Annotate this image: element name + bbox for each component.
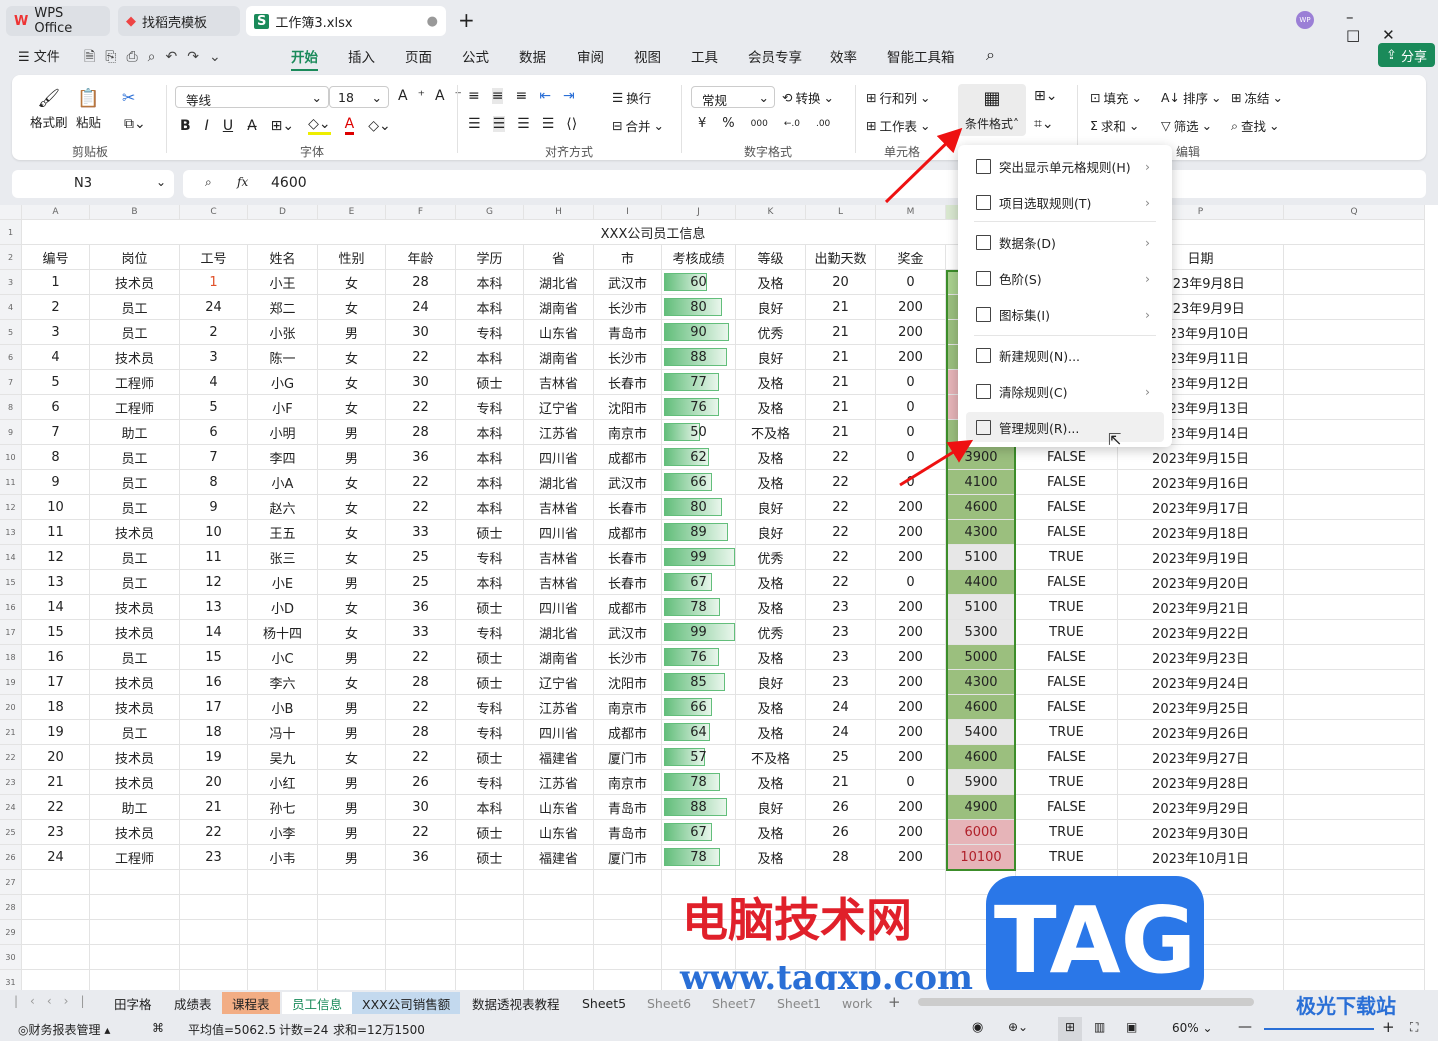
zoom-value: 60% [1172,1021,1199,1035]
status-average: 平均值=5062.5 [188,1023,277,1037]
horizontal-scrollbar[interactable] [918,998,1254,1006]
sheet-tab[interactable]: Sheet6 [637,992,701,1014]
sheet-tab[interactable]: 成绩表 [164,992,222,1014]
watermark-text: 电脑技术网 [682,893,912,947]
status-sum: 求和=12万1500 [333,1023,425,1037]
zoom-select[interactable]: 60% ⌄ [1172,1021,1213,1035]
normal-view-button[interactable]: ⊞ [1058,1017,1082,1041]
eye-protection-icon[interactable]: ◉ [972,1020,983,1035]
sheet-tab[interactable]: 田字格 [104,992,162,1014]
macro-icon[interactable]: ⌘ [152,1021,164,1035]
status-count: 计数=24 [279,1023,329,1037]
app-label: 财务报表管理 [28,1023,101,1037]
zoom-slider[interactable] [1264,1028,1374,1030]
add-sheet-button[interactable]: + [888,993,901,1011]
status-bar: ◎财务报表管理 ▴ ⌘ 平均值=5062.5 计数=24 求和=12万1500 … [0,1017,1438,1041]
sheet-tab[interactable]: Sheet1 [767,992,831,1014]
fullscreen-icon[interactable]: ⛶ [1410,1020,1418,1035]
sheet-tab[interactable]: 课程表 [222,992,280,1014]
sheet-tab[interactable]: XXX公司销售额 [352,992,461,1014]
zoom-in-button[interactable]: + [1382,1018,1395,1036]
sheet-tab[interactable]: work [832,992,882,1014]
sheet-tab[interactable]: Sheet7 [702,992,766,1014]
page-break-view-button[interactable]: ▣ [1126,1020,1137,1034]
page-layout-view-button[interactable]: ▥ [1094,1020,1105,1034]
mouse-cursor-icon: ⇱ [1108,430,1122,449]
watermark-site: 极光下载站 [1296,994,1396,1018]
app-menu[interactable]: ◎财务报表管理 ▴ [18,1021,110,1038]
sheet-nav-buttons[interactable]: |‹‹›| [14,994,96,1008]
sheet-tab[interactable]: Sheet5 [572,992,636,1014]
watermark-tag-logo: TAG [986,876,1204,1004]
zoom-out-button[interactable]: — [1238,1019,1252,1035]
arrow-to-manage-rules [899,439,974,487]
arrow-to-conditional-format [884,127,963,204]
layout-icon[interactable]: ⊕⌄ [1008,1020,1028,1034]
sheet-tab[interactable]: 数据透视表教程 [462,992,570,1014]
sheet-tab[interactable]: 员工信息 [282,992,353,1014]
